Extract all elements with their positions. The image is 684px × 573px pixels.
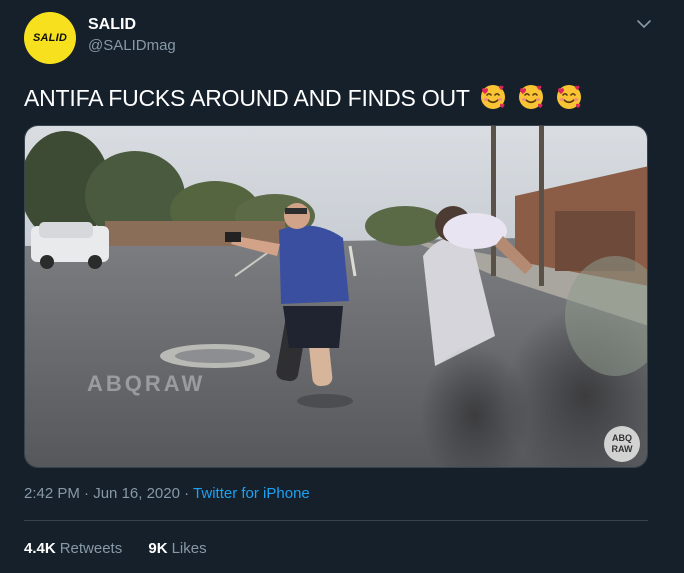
- smiling-face-with-hearts-icon: [518, 85, 543, 109]
- corner-logo-line1: ABQ: [612, 433, 632, 443]
- tweet-text-content: ANTIFA FUCKS AROUND AND FINDS OUT: [24, 85, 470, 111]
- video-watermark: ABQRAW: [87, 371, 205, 396]
- meta-separator: ·: [179, 485, 194, 502]
- tweet-card: SALID SALID @SALIDmag ANTIFA FUCKS AROUN…: [0, 0, 684, 573]
- retweets-label: Retweets: [59, 540, 123, 557]
- avatar[interactable]: SALID: [24, 12, 76, 64]
- smiling-face-with-hearts-icon: [480, 85, 505, 109]
- retweets-stat[interactable]: 4.4K Retweets: [24, 539, 122, 559]
- tweet-source-link[interactable]: Twitter for iPhone: [193, 485, 310, 502]
- retweets-count: 4.4K: [24, 540, 56, 557]
- avatar-logo-text: SALID: [33, 32, 67, 44]
- chevron-down-icon[interactable]: [634, 14, 654, 34]
- likes-label: Likes: [171, 540, 207, 557]
- author-names: SALID @SALIDmag: [88, 14, 176, 56]
- tweet-date[interactable]: Jun 16, 2020: [93, 485, 180, 502]
- author-handle[interactable]: @SALIDmag: [88, 36, 176, 56]
- divider: [24, 520, 648, 521]
- corner-logo-line2: RAW: [612, 444, 634, 454]
- tweet-time[interactable]: 2:42 PM: [24, 485, 80, 502]
- likes-stat[interactable]: 9K Likes: [148, 539, 206, 559]
- meta-separator: ·: [79, 485, 94, 502]
- likes-count: 9K: [148, 540, 168, 557]
- tweet-text: ANTIFA FUCKS AROUND AND FINDS OUT: [24, 82, 584, 113]
- video-frame-image: ABQRAW ABQ RAW: [25, 126, 647, 467]
- tweet-meta: 2:42 PM · Jun 16, 2020 · Twitter for iPh…: [24, 484, 310, 504]
- smiling-face-with-hearts-icon: [556, 85, 581, 109]
- tweet-media-video[interactable]: ABQRAW ABQ RAW: [24, 125, 648, 468]
- author-display-name[interactable]: SALID: [88, 14, 176, 36]
- tweet-stats: 4.4K Retweets 9K Likes: [24, 539, 229, 559]
- tweet-header: SALID SALID @SALIDmag: [24, 12, 660, 64]
